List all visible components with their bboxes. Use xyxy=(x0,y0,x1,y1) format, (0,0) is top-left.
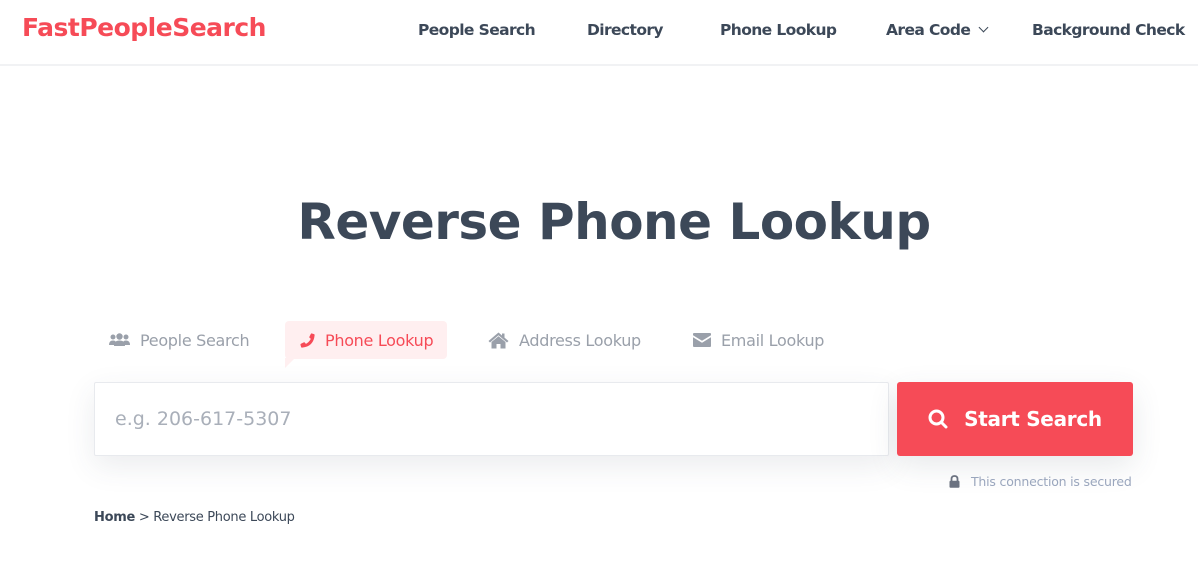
lock-icon xyxy=(949,475,960,488)
nav-background-check[interactable]: Background Check xyxy=(1032,21,1185,39)
secure-text: This connection is secured xyxy=(971,474,1132,489)
nav-directory[interactable]: Directory xyxy=(587,21,664,39)
tab-label: Email Lookup xyxy=(721,330,825,350)
logo[interactable]: FastPeopleSearch xyxy=(22,13,266,42)
phone-search-input[interactable] xyxy=(94,382,889,456)
site-header: FastPeopleSearch People Search Directory… xyxy=(0,0,1198,66)
tab-phone-lookup[interactable]: Phone Lookup xyxy=(285,321,447,368)
breadcrumb: Home > Reverse Phone Lookup xyxy=(94,510,295,525)
breadcrumb-home[interactable]: Home xyxy=(94,510,135,525)
envelope-icon xyxy=(693,333,711,347)
start-search-label: Start Search xyxy=(964,407,1102,431)
nav-area-code[interactable]: Area Code xyxy=(886,21,989,39)
chevron-down-icon xyxy=(978,22,989,33)
page-title: Reverse Phone Lookup xyxy=(297,193,931,251)
tab-people-search[interactable]: People Search xyxy=(109,321,250,359)
breadcrumb-separator: > xyxy=(138,510,150,525)
tab-label: Address Lookup xyxy=(519,330,641,350)
home-icon xyxy=(488,332,509,349)
tab-email-lookup[interactable]: Email Lookup xyxy=(693,321,824,359)
users-icon xyxy=(109,333,130,347)
breadcrumb-current: Reverse Phone Lookup xyxy=(153,510,295,525)
nav-phone-lookup[interactable]: Phone Lookup xyxy=(720,21,837,39)
tab-address-lookup[interactable]: Address Lookup xyxy=(488,321,641,359)
nav-area-code-label: Area Code xyxy=(886,21,971,39)
phone-icon xyxy=(300,332,315,348)
nav-people-search[interactable]: People Search xyxy=(418,21,536,39)
secure-connection-note: This connection is secured xyxy=(949,474,1132,489)
search-icon xyxy=(928,409,948,429)
start-search-button[interactable]: Start Search xyxy=(897,382,1133,456)
tab-label: People Search xyxy=(140,330,250,350)
tab-label: Phone Lookup xyxy=(325,330,434,350)
